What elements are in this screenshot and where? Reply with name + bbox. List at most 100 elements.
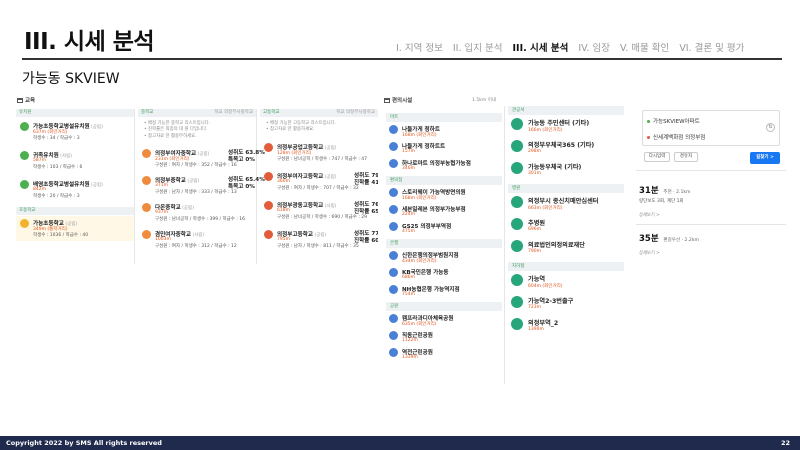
- nav-item-6[interactable]: VI. 결론 및 평가: [679, 43, 744, 54]
- middle-notes: • 배정 가능한 중학교 리스트입니다. • 진학률은 최종의 대 원 다입니다…: [144, 121, 211, 139]
- nav-item-2[interactable]: II. 입지 분석: [453, 43, 503, 54]
- facility-distance: 604m (회인거리): [528, 284, 563, 289]
- education-header: 교육: [17, 96, 35, 104]
- route-1-detail-link[interactable]: 상세보기 >: [639, 212, 779, 218]
- nav-item-4[interactable]: IV. 임장: [578, 43, 610, 54]
- facility-icon: [511, 274, 523, 286]
- facility-icon: [142, 176, 151, 185]
- route-2-detail-link[interactable]: 상세보기 >: [639, 250, 779, 256]
- facility-distance: 937m: [155, 210, 168, 215]
- facility-icon: [20, 219, 29, 228]
- school-icon: [17, 97, 23, 103]
- facility-icon: [511, 196, 523, 208]
- high-school-item[interactable]: 의정부공업고등학교 (공립) 128m (회인거리) 구성원 : 남녀공학 / 학생…: [264, 143, 376, 165]
- nav-item-3[interactable]: III. 시세 분석: [513, 43, 569, 54]
- facility-distance: 1122m: [402, 338, 418, 343]
- category-header: 편의점: [386, 176, 502, 185]
- slide-title: III. 시세 분석: [24, 29, 155, 55]
- facility-item[interactable]: 의료법인의정의료재단 790m: [511, 240, 623, 262]
- facility-item[interactable]: 역전근린공원 1339m: [389, 348, 501, 370]
- facility-item[interactable]: 의정부우체국365 (기타) 298m: [511, 140, 623, 162]
- category-header: 지하철: [508, 262, 624, 271]
- kindergarten-item[interactable]: 귀족유치원 (사립) 587m 학생수 : 103 / 학급수 : 6: [20, 151, 132, 173]
- facility-meta: 학생수 : 1036 / 학급수 : 40: [33, 233, 89, 238]
- facility-distance: 360m: [277, 179, 290, 184]
- facility-item[interactable]: 가능동 주민센터 (기타) 166m (회인거리): [511, 118, 623, 140]
- facility-icon: [264, 201, 273, 210]
- middle-school-item[interactable]: 다온중학교 (공립) 937m 구성원 : 남녀공학 / 학생수 : 399 / 학…: [142, 203, 254, 225]
- facility-icon: [389, 159, 398, 168]
- facility-distance: 686m: [402, 275, 415, 280]
- elementary-item[interactable]: 가능초등학교 (공립) 349m (통학거리) 학생수 : 1036 / 학급수 :…: [20, 219, 132, 241]
- facility-distance: 168m (회인거리): [402, 133, 437, 138]
- copyright: Copyright 2022 by SMS All rights reserve…: [6, 439, 162, 447]
- facility-icon: [389, 314, 398, 323]
- kindergarten-item[interactable]: 배영초등학교병설유치원 (공립) 842m 학생수 : 20 / 학급수 : 3: [20, 180, 132, 202]
- facility-distance: 371m: [155, 183, 168, 188]
- facility-item[interactable]: 추병원 696m: [511, 218, 623, 240]
- nav-item-1[interactable]: I. 지역 정보: [396, 43, 443, 54]
- section-nav: I. 지역 정보 II. 입지 분석 III. 시세 분석 IV. 임장 V. …: [396, 40, 751, 54]
- route-1-summary: 추천 · 2.1km: [663, 190, 691, 195]
- page-number: 22: [780, 439, 790, 447]
- facility-item[interactable]: 가능역 604m (회인거리): [511, 274, 623, 296]
- high-notes: • 배정 가능한 고등학교 리스트입니다. • 참고자료 만 활용하세요.: [266, 121, 337, 133]
- reset-button[interactable]: 다시입력: [644, 152, 670, 162]
- facility-distance: 842m: [33, 187, 46, 192]
- category-header: 공원: [386, 302, 502, 311]
- waypoint-button[interactable]: 경유지: [674, 152, 698, 162]
- achievement-rate: 성취도 77.7%진학률 60.8%: [354, 231, 378, 244]
- achievement-rate: 성취도 79.3%진학률 41%: [354, 173, 378, 186]
- facility-icon: [389, 251, 398, 260]
- facility-icon: [389, 348, 398, 357]
- elementary-colbar: 초등학교: [16, 207, 134, 215]
- nav-item-5[interactable]: V. 매물 확인: [620, 43, 669, 54]
- achievement-rate: 성취도 63.8% 특목고 0%: [228, 150, 265, 163]
- category-header: 은행: [386, 239, 502, 248]
- facility-name: 의료법인의정의료재단: [528, 242, 585, 249]
- route-2-time: 35분: [639, 234, 659, 244]
- category-header: 병원: [508, 184, 624, 193]
- route-1-time: 31분: [639, 186, 659, 196]
- facility-meta: 학생수 : 20 / 학급수 : 3: [33, 194, 80, 199]
- route-result-2[interactable]: 35분 편길우선 · 2.2km 상세보기 >: [639, 232, 779, 256]
- facility-distance: 168m (회인거리): [402, 196, 437, 201]
- facility-meta: 구성원 : 남녀공학 / 학생수 : 399 / 학급수 : 16: [155, 217, 246, 222]
- facility-name: 의정부시 종신치매안심센터: [528, 198, 599, 205]
- facility-icon: [511, 118, 523, 130]
- middle-school-item[interactable]: 경민여자중학교 (사립) 1003m 구성원 : 여자 / 학생수 : 312 / …: [142, 230, 254, 252]
- facility-icon: [20, 180, 29, 189]
- facility-icon: [389, 188, 398, 197]
- origin-dot-icon: [647, 120, 650, 123]
- facility-item[interactable]: 가능역2-3번출구 723m: [511, 296, 623, 318]
- swap-icon[interactable]: ⇅: [766, 123, 775, 132]
- facility-icon: [264, 172, 273, 181]
- destination-dot-icon: [647, 136, 650, 139]
- route-2-summary: 편길우선 · 2.2km: [663, 238, 699, 243]
- facility-icon: [511, 318, 523, 330]
- facility-distance: 475m: [402, 229, 415, 234]
- facility-icon: [142, 203, 151, 212]
- facility-icon: [264, 143, 273, 152]
- facility-name: 추병원: [528, 220, 546, 227]
- facility-icon: [142, 149, 151, 158]
- facility-item[interactable]: 가능동우체국 (기타) 301m: [511, 162, 623, 184]
- facility-icon: [20, 151, 29, 160]
- facility-distance: 157m: [402, 149, 415, 154]
- facility-icon: [389, 222, 398, 231]
- facility-icon: [511, 140, 523, 152]
- achievement-rate: 성취도 76.2%진학률 65.4%: [354, 202, 378, 215]
- destination-field[interactable]: 신세계백화점 의정부점: [647, 133, 705, 141]
- high-colbar: 고등학교 학교 의정부사랑학교: [260, 109, 378, 117]
- facility-distance: 1390m: [528, 327, 544, 332]
- facility-icon: [389, 205, 398, 214]
- facility-meta: 구성원 : 여자 / 학생수 : 707 / 학급수 : 32: [277, 186, 359, 191]
- facility-item[interactable]: 의정부시 종신치매안심센터 663m (회인거리): [511, 196, 623, 218]
- education-panel: 교육 유치원 초등학교 중학교 학교 의정부사랑학교 • 배정 가능한 중학교 …: [16, 94, 378, 264]
- kindergarten-item[interactable]: 가능초등학교병설유치원 (공립) 637m (회인거리) 학생수 : 34 / 학급…: [20, 122, 132, 144]
- facility-meta: 구성원 : 남자 / 학생수 : 333 / 학급수 : 13: [155, 190, 237, 195]
- origin-field[interactable]: 가능SKVIEW아파트: [647, 117, 700, 125]
- search-route-button[interactable]: 길찾기 >: [750, 152, 780, 164]
- facility-item[interactable]: 의정부역_2 1390m: [511, 318, 623, 340]
- route-result-1[interactable]: 31분 추천 · 2.1km 량단보도 3회, 계단 1회 상세보기 >: [639, 184, 779, 218]
